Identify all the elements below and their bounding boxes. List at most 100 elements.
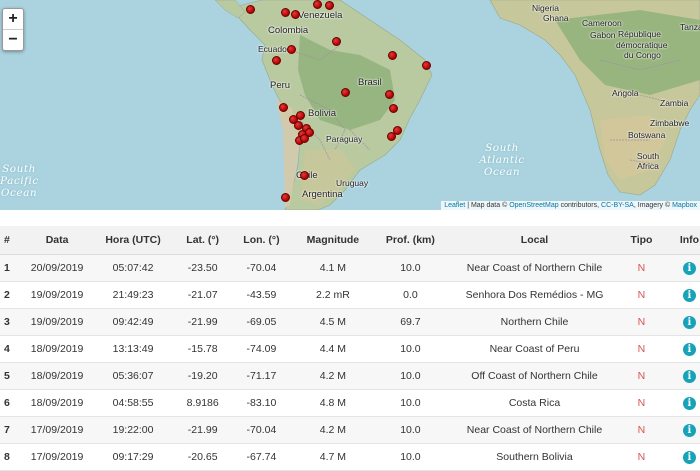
- leaflet-link[interactable]: Leaflet: [444, 202, 465, 209]
- cell-time: 09:17:29: [88, 443, 178, 471]
- mapbox-link[interactable]: Mapbox: [672, 202, 697, 209]
- country-label-zambia: Zambia: [660, 98, 689, 108]
- cell-index: 6: [0, 389, 26, 417]
- cell-lon: -71.17: [227, 362, 295, 390]
- column-header-hora[interactable]: Hora (UTC): [88, 226, 178, 255]
- cell-index: 5: [0, 362, 26, 390]
- cell-info: i: [663, 362, 700, 390]
- country-label-argentina: Argentina: [302, 189, 343, 200]
- cell-location: Senhora Dos Remédios - MG: [449, 281, 620, 309]
- cell-depth: 10.0: [370, 254, 450, 282]
- cell-lat: 8.9186: [177, 389, 228, 417]
- column-header-data[interactable]: Data: [25, 226, 89, 255]
- earthquake-marker[interactable]: [296, 111, 305, 120]
- table-row[interactable]: 2 19/09/2019 21:49:23 -21.07 -43.59 2.2 mR 0.0…: [0, 281, 700, 309]
- cc-by-sa-link[interactable]: CC-BY-SA: [601, 202, 634, 209]
- cell-date: 17/09/2019: [25, 416, 89, 444]
- earthquake-marker[interactable]: [281, 8, 290, 17]
- table-row[interactable]: 4 18/09/2019 13:13:49 -15.78 -74.09 4.4 M 10.0…: [0, 335, 700, 363]
- openstreetmap-link[interactable]: OpenStreetMap: [509, 202, 558, 209]
- earthquake-marker[interactable]: [300, 171, 309, 180]
- earthquake-marker[interactable]: [279, 103, 288, 112]
- table-row[interactable]: 5 18/09/2019 05:36:07 -19.20 -71.17 4.2 M 10.0…: [0, 362, 700, 390]
- cell-depth: 10.0: [370, 335, 450, 363]
- cell-lon: -74.09: [227, 335, 295, 363]
- earthquake-marker[interactable]: [246, 5, 255, 14]
- cell-depth: 10.0: [370, 389, 450, 417]
- cell-type: N: [619, 254, 664, 282]
- ocean-label-south-pacific: South Pacific Ocean: [0, 163, 39, 199]
- info-icon[interactable]: i: [682, 288, 696, 302]
- earthquake-marker[interactable]: [287, 45, 296, 54]
- table-row[interactable]: 3 19/09/2019 09:42:49 -21.99 -69.05 4.5 M 69.7…: [0, 308, 700, 336]
- column-header-prof[interactable]: Prof. (km): [370, 226, 450, 255]
- cell-time: 05:07:42: [88, 254, 178, 282]
- earthquake-marker[interactable]: [325, 1, 334, 10]
- info-icon[interactable]: i: [682, 396, 696, 410]
- cell-magnitude: 4.2 M: [294, 362, 371, 390]
- cell-location: Near Coast of Peru: [449, 335, 620, 363]
- country-label-nigeria: Nigeria: [532, 3, 559, 13]
- column-header-info[interactable]: Info: [663, 226, 700, 255]
- table-row[interactable]: 8 17/09/2019 09:17:29 -20.65 -67.74 4.7 M 10.0…: [0, 443, 700, 471]
- zoom-control: + −: [2, 8, 24, 51]
- earthquake-marker[interactable]: [332, 37, 341, 46]
- cell-date: 20/09/2019: [25, 254, 89, 282]
- table-row[interactable]: 1 20/09/2019 05:07:42 -23.50 -70.04 4.1 M 10.0…: [0, 254, 700, 282]
- table-row[interactable]: 7 17/09/2019 19:22:00 -21.99 -70.04 4.2 M 10.0…: [0, 416, 700, 444]
- cell-time: 05:36:07: [88, 362, 178, 390]
- cell-type: N: [619, 308, 664, 336]
- info-icon[interactable]: i: [682, 261, 696, 275]
- cell-lat: -19.20: [177, 362, 228, 390]
- column-header-tipo[interactable]: Tipo: [619, 226, 664, 255]
- earthquake-marker[interactable]: [300, 134, 309, 143]
- cell-type: N: [619, 416, 664, 444]
- country-label-dr-congo: République: [618, 29, 662, 39]
- earthquake-marker[interactable]: [272, 56, 281, 65]
- info-icon[interactable]: i: [682, 342, 696, 356]
- country-label-peru: Peru: [270, 80, 291, 91]
- cell-date: 19/09/2019: [25, 308, 89, 336]
- info-icon[interactable]: i: [682, 315, 696, 329]
- cell-lat: -21.07: [177, 281, 228, 309]
- country-label-brasil: Brasil: [358, 77, 382, 88]
- earthquake-marker[interactable]: [389, 104, 398, 113]
- info-icon[interactable]: i: [682, 423, 696, 437]
- country-label-uruguay: Uruguay: [336, 178, 369, 188]
- column-header-lat[interactable]: Lat. (°): [177, 226, 228, 255]
- info-icon[interactable]: i: [682, 369, 696, 383]
- country-label-tanzania: Tanzania: [680, 22, 700, 32]
- info-icon[interactable]: i: [682, 450, 696, 464]
- earthquake-marker[interactable]: [387, 132, 396, 141]
- earthquake-marker[interactable]: [422, 61, 431, 70]
- zoom-in-button[interactable]: +: [3, 9, 23, 29]
- column-header-local[interactable]: Local: [449, 226, 620, 255]
- cell-location: Costa Rica: [449, 389, 620, 417]
- earthquake-marker[interactable]: [313, 0, 322, 9]
- column-header-index[interactable]: #: [0, 226, 26, 255]
- cell-time: 09:42:49: [88, 308, 178, 336]
- cell-date: 18/09/2019: [25, 389, 89, 417]
- cell-lon: -69.05: [227, 308, 295, 336]
- earthquake-marker[interactable]: [388, 51, 397, 60]
- cell-type: N: [619, 281, 664, 309]
- cell-location: Off Coast of Northern Chile: [449, 362, 620, 390]
- country-label-ecuador: Ecuador: [258, 44, 290, 54]
- earthquake-map[interactable]: South Pacific Ocean South Atlantic Ocean…: [0, 0, 700, 210]
- table-row[interactable]: 6 18/09/2019 04:58:55 8.9186 -83.10 4.8 M 10.0…: [0, 389, 700, 417]
- cell-magnitude: 2.2 mR: [294, 281, 371, 309]
- earthquake-marker[interactable]: [291, 10, 300, 19]
- cell-lat: -21.99: [177, 308, 228, 336]
- column-header-magnitude[interactable]: Magnitude: [294, 226, 371, 255]
- cell-magnitude: 4.7 M: [294, 443, 371, 471]
- cell-time: 04:58:55: [88, 389, 178, 417]
- earthquake-marker[interactable]: [385, 90, 394, 99]
- column-header-lon[interactable]: Lon. (°): [227, 226, 295, 255]
- earthquake-marker[interactable]: [341, 88, 350, 97]
- earthquake-marker[interactable]: [281, 193, 290, 202]
- cell-depth: 10.0: [370, 443, 450, 471]
- country-label-dr-congo-2: démocratique: [616, 40, 668, 50]
- zoom-out-button[interactable]: −: [3, 29, 23, 50]
- cell-info: i: [663, 281, 700, 309]
- cell-type: N: [619, 389, 664, 417]
